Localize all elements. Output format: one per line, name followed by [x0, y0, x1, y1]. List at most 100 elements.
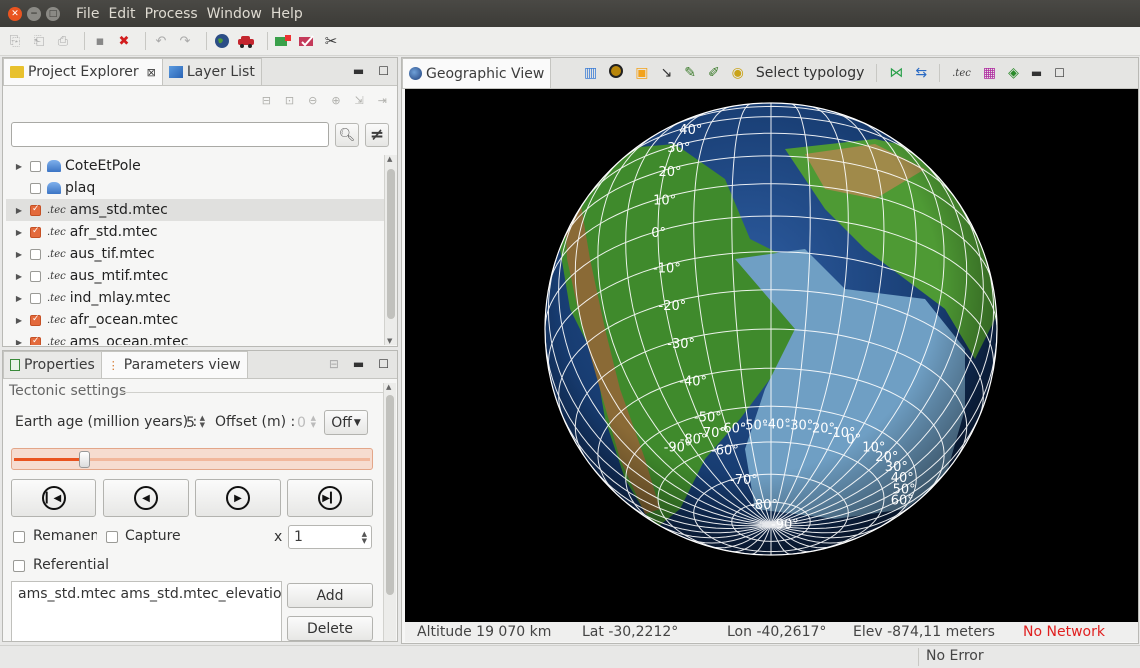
close-window-icon[interactable]: ✕ — [8, 6, 22, 21]
expand-all-icon[interactable]: ⊟ — [262, 94, 271, 107]
add-layer-icon[interactable] — [274, 32, 292, 50]
offset-mode-select[interactable]: Off ▼ — [324, 410, 368, 435]
tree-row[interactable]: ▶ .tecafr_std.mtec — [6, 221, 384, 243]
search-button[interactable]: 🔍︎ — [335, 123, 359, 147]
referential-checkbox[interactable] — [13, 560, 25, 572]
tree-row[interactable]: plaq — [6, 177, 384, 199]
referential-list-item[interactable]: ams_std.mtec ams_std.mtec_elevation ar — [12, 582, 281, 606]
layer-checkbox[interactable] — [30, 160, 41, 172]
menu-file[interactable]: File — [76, 6, 99, 22]
spinner-arrows-icon[interactable]: ▲ ▼ — [362, 531, 367, 545]
maximize-panel-icon[interactable]: ☐ — [378, 64, 389, 78]
tab-layer-list[interactable]: Layer List — [161, 58, 262, 85]
layer-checkbox[interactable] — [30, 336, 41, 345]
maximize-window-icon[interactable]: □ — [46, 6, 60, 21]
pick-icon[interactable]: ✎ — [684, 65, 696, 81]
maximize-panel-icon[interactable]: ☐ — [378, 357, 389, 371]
delete-icon[interactable]: ✖ — [115, 32, 133, 50]
validate-icon[interactable] — [298, 32, 316, 50]
tab-properties[interactable]: Properties — [3, 351, 102, 378]
brush-icon[interactable]: ✐ — [708, 65, 720, 81]
minimize-panel-icon[interactable]: ▬ — [1031, 66, 1042, 80]
tree-row[interactable]: ▶ .tecams_std.mtec — [6, 199, 384, 221]
expand-arrow-icon[interactable]: ▶ — [12, 162, 26, 171]
pointer-icon[interactable]: ↘ — [660, 65, 672, 81]
parameters-scrollbar[interactable]: ▲ — [383, 383, 396, 641]
import-icon[interactable]: ⎗ — [30, 32, 48, 50]
last-step-button[interactable]: ▶▎ — [287, 479, 373, 517]
tab-geographic-view[interactable]: Geographic View — [402, 58, 552, 88]
tree-row[interactable]: ▶ .tecafr_ocean.mtec — [6, 309, 384, 331]
delete-button[interactable]: Delete — [287, 616, 373, 641]
minimize-panel-icon[interactable]: ▬ — [353, 64, 364, 78]
expand-arrow-icon[interactable]: ▶ — [12, 272, 26, 281]
select-typology-button[interactable]: Select typology — [756, 65, 865, 81]
tree-row[interactable]: ▶ .tec aus_mtif.mtec — [6, 265, 384, 287]
spinner-arrows-icon[interactable]: ▲ ▼ — [311, 415, 316, 429]
tree-row[interactable]: ▶ .tec aus_tif.mtec — [6, 243, 384, 265]
capture-checkbox[interactable] — [106, 531, 118, 543]
swap-icon[interactable]: ⇆ — [915, 65, 927, 81]
remanent-checkbox[interactable] — [13, 531, 25, 543]
minimize-window-icon[interactable]: − — [27, 6, 41, 21]
sync-icon[interactable]: ⇥ — [378, 94, 387, 107]
globe[interactable]: 40° 30° 20° 10° 0° -10° -20° -30° -40° -50° -60° -7… — [405, 89, 1138, 622]
maximize-panel-icon[interactable]: ☐ — [1054, 66, 1065, 80]
remove-icon[interactable]: ⊖ — [308, 94, 317, 107]
expand-arrow-icon[interactable]: ▶ — [12, 250, 26, 259]
planet-icon[interactable] — [609, 64, 624, 82]
scroll-thumb[interactable] — [387, 169, 395, 319]
sun-icon[interactable]: ▣ — [635, 65, 648, 81]
referential-list[interactable]: ams_std.mtec ams_std.mtec_elevation ar — [11, 581, 282, 641]
layer-checkbox[interactable] — [30, 270, 41, 282]
tools-icon[interactable]: ✂ — [322, 32, 340, 50]
collapse-all-icon[interactable]: ⊡ — [285, 94, 294, 107]
world-map-icon[interactable]: ◈ — [1008, 65, 1019, 81]
offset-spinner[interactable]: 0 ▲ ▼ — [292, 411, 320, 435]
step-back-button[interactable]: ◀ — [103, 479, 189, 517]
tab-close-icon[interactable]: ⊠ — [147, 66, 156, 79]
tree-scrollbar[interactable]: ▲ ▼ — [384, 155, 397, 345]
new-project-icon[interactable]: ⎘ — [6, 32, 24, 50]
layer-checkbox[interactable] — [30, 226, 41, 238]
car-icon[interactable] — [237, 32, 255, 50]
expand-arrow-icon[interactable]: ▶ — [12, 316, 26, 325]
view-menu-icon[interactable]: ⊟ — [329, 357, 339, 371]
tab-parameters-view[interactable]: ⋮ Parameters view — [100, 351, 248, 378]
layer-checkbox[interactable] — [30, 182, 41, 194]
layer-checkbox[interactable] — [30, 248, 41, 260]
first-step-button[interactable]: ▎◀ — [11, 479, 96, 517]
menu-edit[interactable]: Edit — [108, 6, 135, 22]
age-slider[interactable] — [11, 448, 373, 470]
globe-icon[interactable] — [213, 32, 231, 50]
tree-row[interactable]: ▶ .tecams_ocean.mtec — [6, 331, 384, 345]
globe-viewport[interactable]: 40° 30° 20° 10° 0° -10° -20° -30° -40° -50° -60° -7… — [405, 89, 1138, 622]
menu-process[interactable]: Process — [145, 6, 198, 22]
slider-knob[interactable] — [79, 451, 91, 468]
search-input[interactable] — [11, 122, 329, 147]
tree-row[interactable]: ▶ .tec ind_mlay.mtec — [6, 287, 384, 309]
network-icon[interactable]: ⋈ — [889, 65, 903, 81]
scroll-thumb[interactable] — [386, 395, 394, 595]
spinner-arrows-icon[interactable]: ▲ ▼ — [200, 415, 205, 429]
scroll-up-icon[interactable]: ▲ — [386, 383, 391, 391]
expand-arrow-icon[interactable]: ▶ — [12, 294, 26, 303]
expand-arrow-icon[interactable]: ▶ — [12, 206, 26, 215]
expand-arrow-icon[interactable]: ▶ — [12, 338, 26, 346]
scroll-down-icon[interactable]: ▼ — [387, 337, 392, 345]
layer-checkbox[interactable] — [30, 314, 41, 326]
eye-icon[interactable]: ◉ — [732, 65, 744, 81]
scroll-up-icon[interactable]: ▲ — [387, 155, 392, 163]
earth-age-spinner[interactable]: 5 ▲ ▼ — [181, 411, 209, 435]
layer-checkbox[interactable] — [30, 204, 41, 216]
save-icon[interactable]: ▪ — [91, 32, 109, 50]
redo-icon[interactable]: ↷ — [176, 32, 194, 50]
undo-icon[interactable]: ↶ — [152, 32, 170, 50]
not-equal-button[interactable]: ≠ — [365, 123, 389, 147]
menu-help[interactable]: Help — [271, 6, 303, 22]
step-forward-button[interactable]: ▶ — [195, 479, 281, 517]
tec-file-icon[interactable]: .tec — [952, 68, 971, 79]
add-icon[interactable]: ⊕ — [331, 94, 340, 107]
minimize-panel-icon[interactable]: ▬ — [353, 357, 364, 371]
add-button[interactable]: Add — [287, 583, 373, 608]
